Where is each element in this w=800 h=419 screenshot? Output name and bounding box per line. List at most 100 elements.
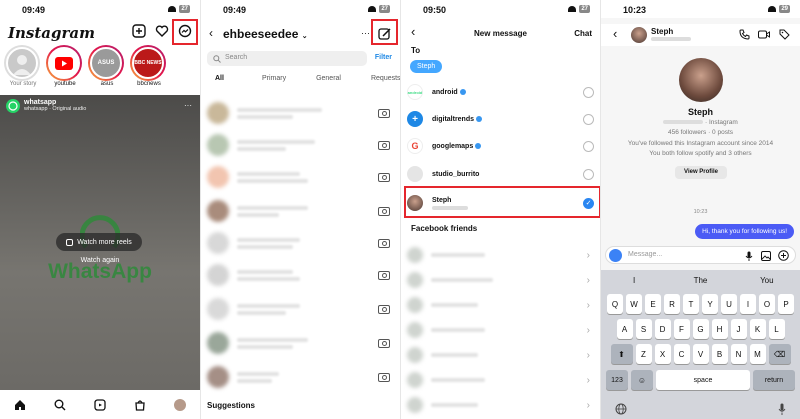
key-y[interactable]: Y (702, 294, 718, 314)
microphone-icon[interactable] (745, 251, 753, 261)
profile-photo[interactable] (679, 58, 723, 102)
select-radio[interactable] (583, 140, 594, 152)
phone-icon[interactable] (739, 29, 750, 40)
recipient-chip[interactable]: Steph (410, 60, 443, 73)
reels-icon[interactable] (94, 399, 106, 411)
home-icon[interactable] (14, 399, 26, 411)
key-h[interactable]: H (711, 319, 728, 339)
back-chevron-icon[interactable]: ‹ (209, 26, 213, 40)
camera-button-icon[interactable] (609, 249, 622, 262)
story-asus[interactable]: ASUS asus (88, 45, 126, 87)
key-v[interactable]: V (692, 344, 709, 364)
more-options-icon[interactable]: ··· (184, 101, 192, 110)
key-g[interactable]: G (692, 319, 709, 339)
prediction-3[interactable]: You (734, 272, 800, 290)
tab-requests[interactable]: Requests (363, 73, 400, 84)
conversation-row[interactable] (207, 130, 390, 160)
camera-icon[interactable] (378, 140, 390, 150)
story-your-story[interactable]: Your story (4, 45, 42, 87)
watch-more-reels-button[interactable]: Watch more reels (56, 233, 142, 251)
camera-icon[interactable] (378, 238, 390, 248)
conversation-row[interactable] (207, 328, 390, 358)
search-input[interactable]: Search (207, 51, 367, 66)
search-icon[interactable] (54, 399, 66, 411)
reel-audio[interactable]: whatsapp · Original audio (24, 106, 86, 112)
camera-icon[interactable] (378, 304, 390, 314)
chat-name[interactable]: Steph (651, 27, 673, 36)
key-u[interactable]: U (721, 294, 737, 314)
camera-icon[interactable] (378, 338, 390, 348)
conversation-row[interactable] (207, 162, 390, 192)
return-key[interactable]: return (753, 370, 795, 390)
key-o[interactable]: O (759, 294, 775, 314)
chat-button[interactable]: Chat (574, 29, 592, 38)
key-t[interactable]: T (683, 294, 699, 314)
key-a[interactable]: A (616, 319, 633, 339)
key-c[interactable]: C (673, 344, 690, 364)
conversation-row[interactable] (207, 294, 390, 324)
key-l[interactable]: L (768, 319, 785, 339)
key-f[interactable]: F (673, 319, 690, 339)
shop-icon[interactable] (134, 399, 146, 411)
camera-icon[interactable] (378, 108, 390, 118)
key-p[interactable]: P (778, 294, 794, 314)
reel-video[interactable]: whatsapp whatsapp · Original audio ··· W… (0, 95, 200, 390)
conversation-row[interactable] (207, 260, 390, 290)
prediction-2[interactable]: The (667, 272, 733, 290)
back-chevron-icon[interactable]: ‹ (613, 26, 617, 41)
video-call-icon[interactable] (758, 29, 770, 40)
camera-icon[interactable] (378, 270, 390, 280)
key-w[interactable]: W (626, 294, 642, 314)
conversation-row[interactable] (207, 196, 390, 226)
prediction-1[interactable]: I (601, 272, 667, 290)
view-profile-button[interactable]: View Profile (675, 166, 727, 179)
emoji-key[interactable]: ☺ (631, 370, 653, 390)
profile-avatar[interactable] (174, 399, 186, 411)
camera-icon[interactable] (378, 172, 390, 182)
key-q[interactable]: Q (607, 294, 623, 314)
select-radio[interactable] (583, 113, 594, 125)
dictation-icon[interactable] (778, 403, 786, 415)
plus-square-icon[interactable] (132, 24, 146, 38)
user-row-googlemaps[interactable]: G googlemaps (407, 134, 594, 158)
more-options-icon[interactable]: ··· (361, 28, 370, 38)
camera-icon[interactable] (378, 372, 390, 382)
conversation-row[interactable] (207, 228, 390, 258)
backspace-key[interactable]: ⌫ (768, 344, 791, 364)
reel-account[interactable]: whatsapp (24, 99, 86, 106)
key-z[interactable]: Z (635, 344, 652, 364)
facebook-friend-row[interactable]: › (407, 390, 590, 419)
tab-all[interactable]: All (207, 73, 232, 84)
user-row-android[interactable]: android android (407, 80, 594, 104)
tag-icon[interactable] (779, 29, 790, 40)
select-radio[interactable] (583, 86, 594, 98)
camera-icon[interactable] (378, 206, 390, 216)
conversation-row[interactable] (207, 362, 390, 392)
space-key[interactable]: space (656, 370, 750, 390)
key-b[interactable]: B (711, 344, 728, 364)
gallery-icon[interactable] (761, 251, 771, 261)
story-bbcnews[interactable]: BBC NEWS bbcnews (130, 45, 168, 87)
filter-button[interactable]: Filter (375, 54, 392, 61)
user-row-studio-burrito[interactable]: studio_burrito (407, 162, 594, 186)
select-radio[interactable] (583, 168, 594, 180)
globe-icon[interactable] (615, 403, 627, 415)
key-r[interactable]: R (664, 294, 680, 314)
chat-avatar[interactable] (631, 27, 647, 43)
user-row-digitaltrends[interactable]: + digitaltrends (407, 107, 594, 131)
key-j[interactable]: J (730, 319, 747, 339)
key-m[interactable]: M (749, 344, 766, 364)
key-i[interactable]: I (740, 294, 756, 314)
key-e[interactable]: E (645, 294, 661, 314)
key-n[interactable]: N (730, 344, 747, 364)
tab-general[interactable]: General (308, 73, 349, 84)
key-s[interactable]: S (635, 319, 652, 339)
message-input[interactable]: Message... (605, 246, 796, 264)
add-circle-icon[interactable] (778, 250, 789, 261)
numbers-key[interactable]: 123 (606, 370, 628, 390)
conversation-row[interactable] (207, 98, 390, 128)
key-k[interactable]: K (749, 319, 766, 339)
heart-icon[interactable] (155, 24, 169, 38)
key-d[interactable]: D (654, 319, 671, 339)
shift-key[interactable]: ⬆ (610, 344, 633, 364)
